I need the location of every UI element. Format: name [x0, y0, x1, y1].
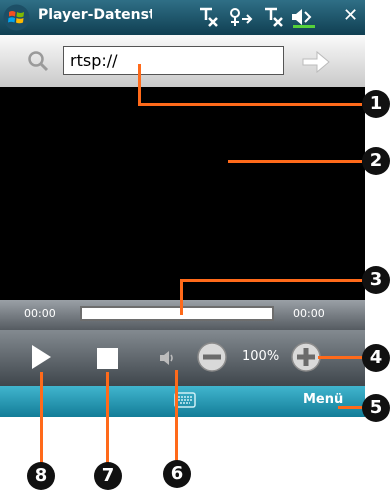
antenna-off-icon[interactable]: [198, 6, 220, 28]
menu-button[interactable]: Menü: [303, 392, 343, 407]
callout-line-1: [138, 64, 141, 106]
callout-line-7: [106, 372, 109, 474]
callout-badge-2: 2: [362, 147, 390, 175]
minus-icon[interactable]: [197, 342, 227, 372]
volume-icon[interactable]: [290, 6, 318, 28]
speaker-icon[interactable]: [158, 348, 178, 368]
callout-line-4: [318, 356, 362, 359]
search-icon[interactable]: [27, 50, 49, 72]
callout-line-3: [180, 279, 183, 315]
callout-line-3-horizontal: [180, 279, 362, 282]
play-icon[interactable]: [29, 343, 53, 371]
go-button[interactable]: [301, 49, 331, 75]
callout-badge-4: 4: [362, 344, 390, 372]
callout-badge-8: 8: [27, 462, 55, 490]
callout-line-2: [228, 160, 362, 163]
app-title: Player-Datenstrom: [38, 7, 152, 23]
callout-line-1-horizontal: [138, 103, 362, 106]
stop-icon[interactable]: [97, 348, 118, 369]
callout-badge-5: 5: [362, 394, 390, 422]
callout-line-8: [40, 372, 43, 474]
time-elapsed: 00:00: [24, 307, 56, 320]
connectivity-icon[interactable]: [228, 6, 254, 28]
callout-line-5: [338, 406, 362, 409]
callout-badge-6: 6: [163, 460, 191, 488]
callout-line-6: [175, 370, 178, 469]
callout-badge-7: 7: [94, 462, 122, 490]
plus-icon[interactable]: [291, 342, 321, 372]
seek-bar[interactable]: [80, 306, 274, 321]
volume-level: 100%: [242, 349, 280, 364]
close-icon[interactable]: ✕: [343, 5, 358, 27]
windows-start-icon[interactable]: [3, 4, 30, 31]
signal-off-icon[interactable]: [263, 6, 285, 28]
time-total: 00:00: [293, 307, 325, 320]
callout-badge-3: 3: [362, 266, 390, 294]
url-input[interactable]: [63, 46, 284, 75]
callout-badge-1: 1: [362, 90, 390, 118]
